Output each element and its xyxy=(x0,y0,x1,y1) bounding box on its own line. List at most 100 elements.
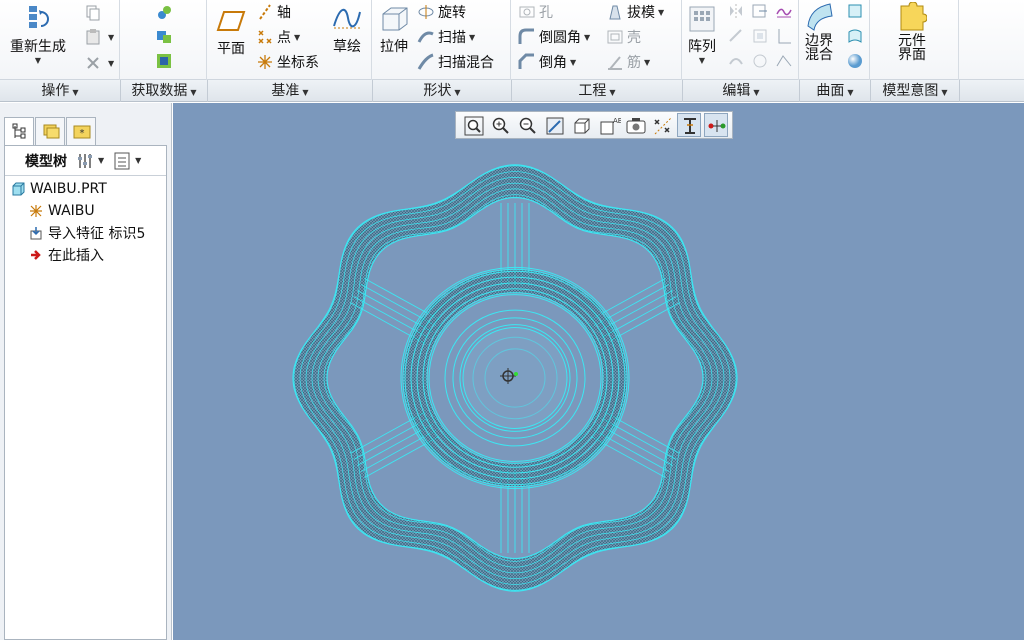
group-surfaces: 边界 混合 xyxy=(800,0,870,80)
boundary-blend-button[interactable]: 边界 混合 xyxy=(804,2,834,62)
solidify-icon xyxy=(775,52,793,70)
shrinkwrap-icon xyxy=(155,52,173,70)
freestyle-button[interactable] xyxy=(846,52,867,70)
group-label-shapes[interactable]: 形状 ▼ xyxy=(373,80,512,102)
tab-favorites[interactable]: * xyxy=(66,117,96,145)
tree-item-insert-here[interactable]: 在此插入 xyxy=(5,244,166,266)
revolve-button[interactable]: 旋转 xyxy=(417,2,466,22)
project-button[interactable] xyxy=(775,2,796,20)
hole-button[interactable]: 孔 xyxy=(518,2,553,22)
extrude-icon xyxy=(379,4,409,34)
intersect-button[interactable] xyxy=(751,52,772,70)
plane-icon xyxy=(216,6,246,36)
chevron-down-icon[interactable]: ▼ xyxy=(135,156,141,165)
paste-button[interactable]: ▼ xyxy=(84,28,114,46)
model-tree-pane: 模型树 ▼ ▼ WAIBU.PRT WAIBU 导入特征 标识5 在此插入 xyxy=(4,145,167,640)
style-button[interactable] xyxy=(846,27,867,45)
chevron-down-icon: ▼ xyxy=(847,88,854,97)
delete-button[interactable]: ▼ xyxy=(84,54,114,72)
regenerate-button[interactable]: 重新生成 ▼ xyxy=(10,4,66,65)
paste-icon xyxy=(84,28,102,46)
chamfer-button[interactable]: 倒角 ▼ xyxy=(518,52,576,72)
group-model-intent: 元件 界面 xyxy=(871,0,959,80)
hole-icon xyxy=(518,3,536,21)
chevron-down-icon: ▼ xyxy=(658,7,665,17)
chevron-down-icon: ▼ xyxy=(584,32,591,42)
chevron-down-icon: ▼ xyxy=(72,88,79,97)
extrude-button[interactable]: 拉伸 xyxy=(379,4,409,56)
tab-folder-browser[interactable] xyxy=(35,117,65,145)
plane-button[interactable]: 平面 xyxy=(216,6,246,58)
point-button[interactable]: 点 ▼ xyxy=(256,27,300,47)
chevron-down-icon: ▼ xyxy=(302,88,309,97)
chevron-down-icon: ▼ xyxy=(469,32,476,42)
regenerate-icon xyxy=(23,4,53,34)
group-label-operations[interactable]: 操作 ▼ xyxy=(0,80,121,102)
user-defined-feature-button[interactable] xyxy=(155,4,176,22)
close-icon xyxy=(84,54,102,72)
chevron-down-icon: ▼ xyxy=(644,57,651,67)
tree-item-import-feature[interactable]: 导入特征 标识5 xyxy=(5,222,166,244)
group-editing: 阵列 ▼ xyxy=(683,0,799,80)
spin-center-marker-icon xyxy=(499,366,519,386)
handwheel-wireframe-model[interactable] xyxy=(173,103,1024,640)
group-label-editing[interactable]: 编辑 ▼ xyxy=(683,80,800,102)
thicken-button[interactable] xyxy=(775,27,796,45)
group-datum: 平面 轴 点 ▼ 坐标系 草绘 xyxy=(208,0,372,80)
sweep-icon xyxy=(417,28,435,46)
udf-icon xyxy=(155,4,173,22)
group-label-get-data[interactable]: 获取数据 ▼ xyxy=(121,80,208,102)
shell-button[interactable]: 壳 xyxy=(606,27,641,47)
chevron-down-icon: ▼ xyxy=(108,32,115,42)
rib-icon xyxy=(606,53,624,71)
mirror-icon xyxy=(727,2,745,20)
rib-button[interactable]: 筋 ▼ xyxy=(606,52,650,72)
csys-button[interactable]: 坐标系 xyxy=(256,52,319,72)
group-engineering: 孔 倒圆角 ▼ 倒角 ▼ 拔模 ▼ 壳 筋 ▼ xyxy=(512,0,682,80)
group-label-model-intent[interactable]: 模型意图 ▼ xyxy=(871,80,960,102)
round-icon xyxy=(518,28,536,46)
chevron-down-icon: ▼ xyxy=(34,56,42,65)
solidify-button[interactable] xyxy=(775,52,796,70)
merge-button[interactable] xyxy=(727,52,748,70)
copy-button[interactable] xyxy=(84,4,105,22)
tree-item-csys[interactable]: WAIBU xyxy=(5,200,166,222)
sketch-icon xyxy=(332,4,362,34)
style-icon xyxy=(846,27,864,45)
thicken-icon xyxy=(775,27,793,45)
draft-button[interactable]: 拔模 ▼ xyxy=(606,2,664,22)
settings-tools-icon[interactable] xyxy=(75,151,95,171)
group-label-datum[interactable]: 基准 ▼ xyxy=(208,80,373,102)
fill-button[interactable] xyxy=(846,2,867,20)
sweep-button[interactable]: 扫描 ▼ xyxy=(417,27,475,47)
mirror-button[interactable] xyxy=(727,2,748,20)
shrinkwrap-button[interactable] xyxy=(155,52,176,70)
extend-button[interactable] xyxy=(751,2,772,20)
tab-model-tree[interactable] xyxy=(4,117,34,145)
trim-button[interactable] xyxy=(727,27,748,45)
round-button[interactable]: 倒圆角 ▼ xyxy=(518,27,590,47)
group-label-engineering[interactable]: 工程 ▼ xyxy=(512,80,683,102)
favorites-folder-icon: * xyxy=(73,125,91,139)
axis-button[interactable]: 轴 xyxy=(256,2,291,22)
insert-here-arrow-icon xyxy=(29,248,43,262)
swept-blend-button[interactable]: 扫描混合 xyxy=(417,52,494,72)
extend-icon xyxy=(751,2,769,20)
trim-icon xyxy=(727,27,745,45)
chevron-down-icon: ▼ xyxy=(454,88,461,97)
model-tree-icon xyxy=(12,123,26,139)
show-options-icon[interactable] xyxy=(112,151,132,171)
chevron-down-icon[interactable]: ▼ xyxy=(98,156,104,165)
model-tree-title: 模型树 xyxy=(25,153,67,170)
offset-button[interactable] xyxy=(751,27,772,45)
pattern-button[interactable]: 阵列 ▼ xyxy=(687,4,717,65)
sketch-button[interactable]: 草绘 xyxy=(332,4,362,56)
ribbon: 重新生成 ▼ ▼ ▼ 平面 轴 点 ▼ 坐标系 草绘 拉伸 旋转 扫描 ▼ 扫描… xyxy=(0,0,1024,80)
tree-item-part[interactable]: WAIBU.PRT xyxy=(5,178,166,200)
project-icon xyxy=(775,2,793,20)
graphics-viewport[interactable]: AB xyxy=(173,103,1024,640)
fill-icon xyxy=(846,2,864,20)
group-label-surfaces[interactable]: 曲面 ▼ xyxy=(800,80,871,102)
copy-geometry-button[interactable] xyxy=(155,28,176,46)
component-interface-button[interactable]: 元件 界面 xyxy=(897,1,928,62)
